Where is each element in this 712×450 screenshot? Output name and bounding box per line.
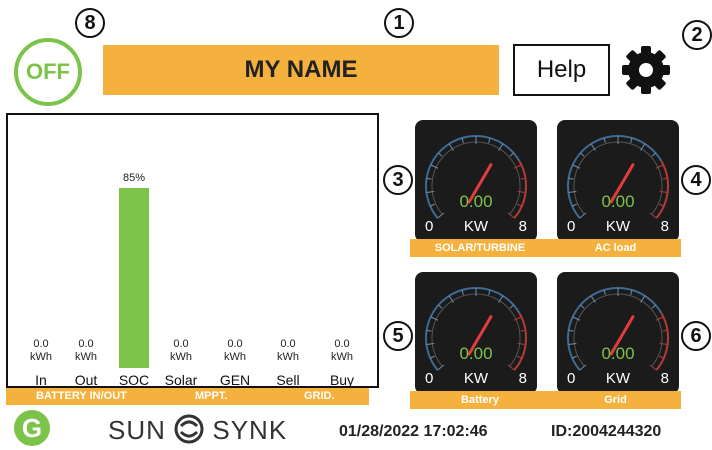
bar-label-soc: SOC [118,372,150,388]
callout-8: 8 [75,8,105,38]
callout-2: 2 [682,20,712,50]
bar-label-in: In [35,372,47,388]
gauge-battery: 0.00 0 KW 8 [415,272,537,394]
device-id: ID:2004244320 [551,423,662,440]
gauge-value: 0.00 [459,192,493,211]
gauge-max: 8 [660,370,669,387]
date-time: 01/28/2022 17:02:46 [339,423,488,440]
brand-part-2: SYNK [212,415,288,445]
group-label-battery: BATTERY IN/OUT [36,390,127,402]
gauge-value: 0.00 [601,344,635,363]
gauge-caption-battery: Battery [410,391,550,409]
chart-group-strip: BATTERY IN/OUT MPPT. GRID. [6,388,369,405]
callout-3: 3 [383,165,413,195]
bar-value-gen: 0.0 kWh [224,338,246,363]
gauge-caption-ac-load: AC load [550,239,681,257]
brand-part-1: SUN [108,415,166,445]
group-label-mppt: MPPT. [195,390,228,402]
gauge-caption-grid: Grid [550,391,681,409]
gauge-solar: 0.00 0 KW 8 [415,120,537,242]
callout-1: 1 [384,8,414,38]
gauge-max: 8 [660,218,669,235]
bar-value-out: 0.0 kWh [75,338,97,363]
gauge-value: 0.00 [601,192,635,211]
bar-soc [119,187,149,368]
bar-label-sell: Sell [276,372,300,388]
gauge-max: 8 [518,218,527,235]
callout-4: 4 [681,165,711,195]
bar-label-gen: GEN [219,372,251,388]
bar-value-in: 0.0 kWh [30,338,52,363]
callout-5: 5 [383,321,413,351]
gauge-ac-load: 0.00 0 KW 8 [557,120,679,242]
help-button[interactable]: Help [513,44,610,96]
bar-label-buy: Buy [329,372,355,388]
gauge-max: 8 [518,370,527,387]
power-off-button[interactable]: OFF [14,38,82,106]
callout-6: 6 [681,321,711,351]
gauge-value: 0.00 [459,344,493,363]
sunsynk-swirl-icon [174,414,204,444]
bar-value-soc: 85% [122,171,146,184]
gauge-caption-solar: SOLAR/TURBINE [410,239,550,257]
settings-gear-icon[interactable] [616,40,676,100]
device-name-bar[interactable]: MY NAME [103,45,499,95]
group-label-grid: GRID. [304,390,335,402]
bar-label-solar: Solar [164,372,198,388]
g-logo: G [14,410,50,446]
sunsynk-logo: SUN SYNK [108,414,287,446]
bar-label-out: Out [74,372,98,388]
bar-value-buy: 0.0 kWh [331,338,353,363]
bar-value-solar: 0.0 kWh [170,338,192,363]
bar-value-sell: 0.0 kWh [277,338,299,363]
gauge-grid: 0.00 0 KW 8 [557,272,679,394]
